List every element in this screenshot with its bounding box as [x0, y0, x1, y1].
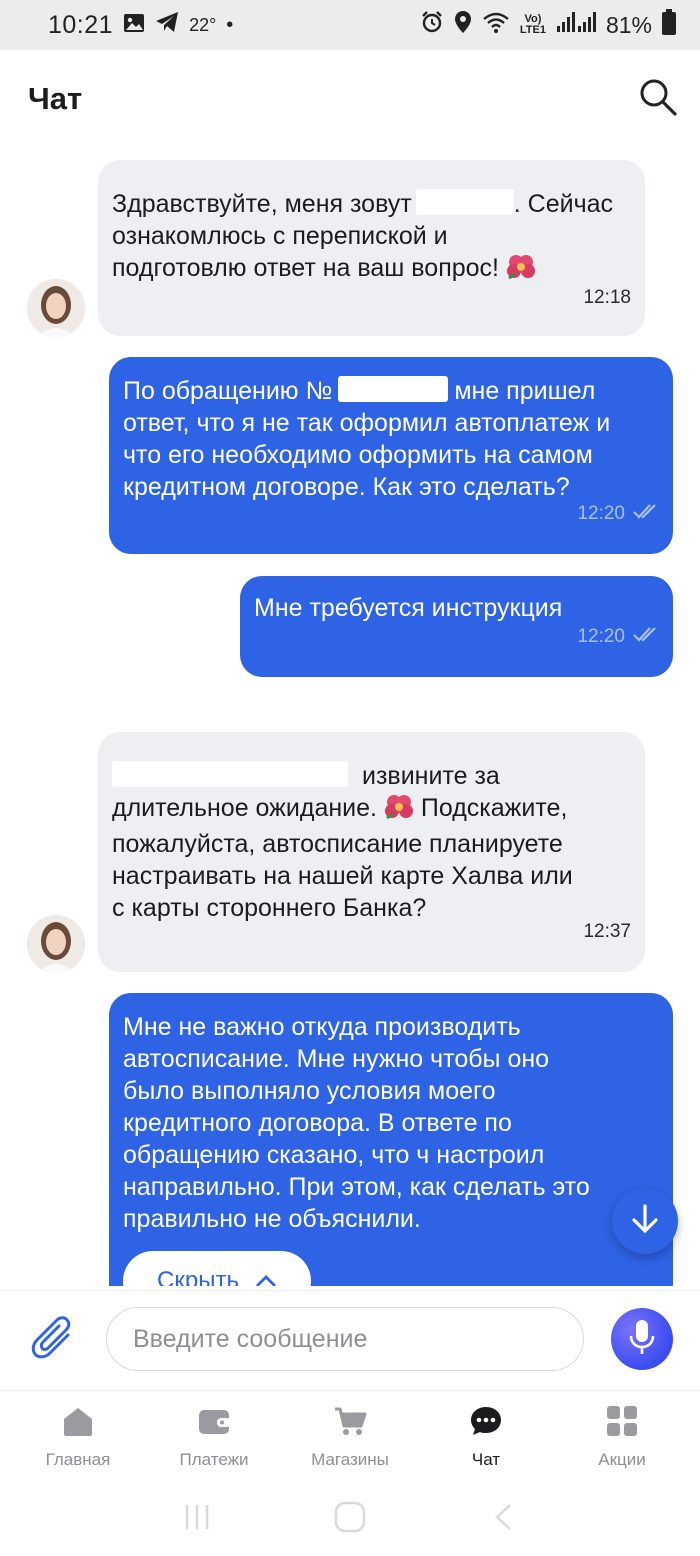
nav-label: Магазины: [311, 1450, 389, 1469]
recent-apps-icon: [182, 1502, 212, 1537]
recent-apps-button[interactable]: [177, 1499, 217, 1539]
wifi-icon: [482, 11, 510, 40]
lte-indicator: Vo) LTE1: [520, 14, 546, 36]
scroll-down-button[interactable]: [612, 1188, 678, 1254]
message-input[interactable]: [106, 1307, 584, 1371]
message-text-start: По обращению №: [123, 377, 333, 405]
back-button[interactable]: [483, 1499, 523, 1539]
arrow-down-icon: [630, 1203, 660, 1240]
search-icon: [638, 77, 678, 122]
bottom-navigation: Главная Платежи Магазины Чат Акции: [0, 1390, 700, 1482]
chat-messages[interactable]: Здравствуйте, меня зовут. Сейчас ознаком…: [0, 148, 700, 1286]
telegram-icon: [155, 11, 179, 40]
chat-icon: [469, 1405, 503, 1442]
hide-button[interactable]: Скрыть: [123, 1251, 311, 1286]
message-text: Мне требуется инструкция: [254, 594, 563, 622]
location-icon: [454, 10, 472, 41]
message-meta: 12:18: [583, 282, 631, 314]
message-meta: 12:20: [577, 498, 659, 530]
double-check-icon: [633, 621, 659, 653]
operator-avatar: [27, 279, 85, 337]
message-time: 12:20: [577, 503, 625, 524]
message-text-mid: длительное ожидание.: [112, 794, 384, 822]
status-left: 10:21 22° •: [48, 11, 233, 40]
message-time: 12:37: [583, 921, 631, 942]
redacted-name: [415, 189, 514, 215]
status-dot: •: [226, 13, 234, 36]
nav-payments[interactable]: Платежи: [154, 1391, 274, 1482]
battery-percent: 81%: [605, 11, 652, 38]
double-check-icon: [633, 498, 659, 530]
grid-icon: [605, 1405, 639, 1442]
microphone-button[interactable]: [611, 1308, 673, 1370]
page-title: Чат: [28, 81, 83, 116]
redacted-number: [338, 376, 449, 402]
signal-icon: [556, 11, 596, 40]
back-icon: [492, 1502, 514, 1537]
status-bar: 10:21 22° • Vo) LTE1 81%: [0, 0, 700, 50]
microphone-icon: [628, 1318, 656, 1361]
nav-chat[interactable]: Чат: [426, 1391, 546, 1482]
nav-label: Платежи: [179, 1450, 249, 1469]
nav-promotions[interactable]: Акции: [562, 1391, 682, 1482]
message-text: извините за длительное ожидание. Подскажи…: [112, 760, 632, 924]
message-text: Здравствуйте, меня зовут. Сейчас ознаком…: [112, 188, 632, 288]
status-right: Vo) LTE1 81%: [420, 8, 676, 42]
message-incoming: Здравствуйте, меня зовут. Сейчас ознаком…: [98, 160, 645, 336]
system-navigation: [0, 1482, 700, 1556]
cart-icon: [333, 1405, 367, 1442]
paperclip-icon: [30, 1316, 78, 1369]
nav-home[interactable]: Главная: [18, 1391, 138, 1482]
operator-avatar: [27, 915, 85, 973]
battery-icon: [662, 8, 676, 42]
message-meta: 12:37: [583, 916, 631, 948]
home-system-icon: [333, 1500, 367, 1539]
message-composer: [0, 1290, 700, 1390]
lte-bottom: LTE1: [519, 24, 546, 36]
message-text: Мне не важно откуда производить автоспис…: [123, 1013, 590, 1233]
message-text-start: Здравствуйте, меня зовут: [112, 190, 412, 218]
nav-label: Чат: [471, 1450, 501, 1469]
hibiscus-icon: [506, 252, 536, 288]
message-text-start: извините за: [362, 762, 500, 790]
hide-label: Скрыть: [157, 1267, 239, 1286]
home-system-button[interactable]: [330, 1499, 370, 1539]
attach-button[interactable]: [30, 1313, 78, 1365]
home-icon: [61, 1405, 95, 1442]
message-outgoing: По обращению № мне пришел ответ, что я не…: [109, 357, 673, 554]
gallery-icon: [123, 11, 145, 40]
status-temperature: 22°: [189, 14, 217, 35]
wallet-icon: [197, 1405, 231, 1442]
message-text: По обращению № мне пришел ответ, что я не…: [123, 375, 667, 503]
alarm-icon: [420, 10, 444, 41]
chat-header: Чат: [0, 50, 700, 148]
nav-shops[interactable]: Магазины: [290, 1391, 410, 1482]
message-incoming: извините за длительное ожидание. Подскажи…: [98, 732, 645, 972]
chevron-up-icon: [255, 1265, 277, 1286]
search-button[interactable]: [636, 77, 680, 121]
message-meta: 12:20: [577, 621, 659, 653]
message-outgoing: Мне требуется инструкция 12:20: [240, 576, 673, 677]
nav-label: Акции: [598, 1450, 646, 1469]
redacted-name: [112, 761, 348, 787]
hibiscus-icon: [384, 792, 414, 828]
message-outgoing: Мне не важно откуда производить автоспис…: [109, 993, 673, 1286]
message-time: 12:20: [577, 626, 625, 647]
message-time: 12:18: [583, 287, 631, 308]
nav-label: Главная: [45, 1450, 111, 1469]
status-time: 10:21: [48, 10, 114, 39]
